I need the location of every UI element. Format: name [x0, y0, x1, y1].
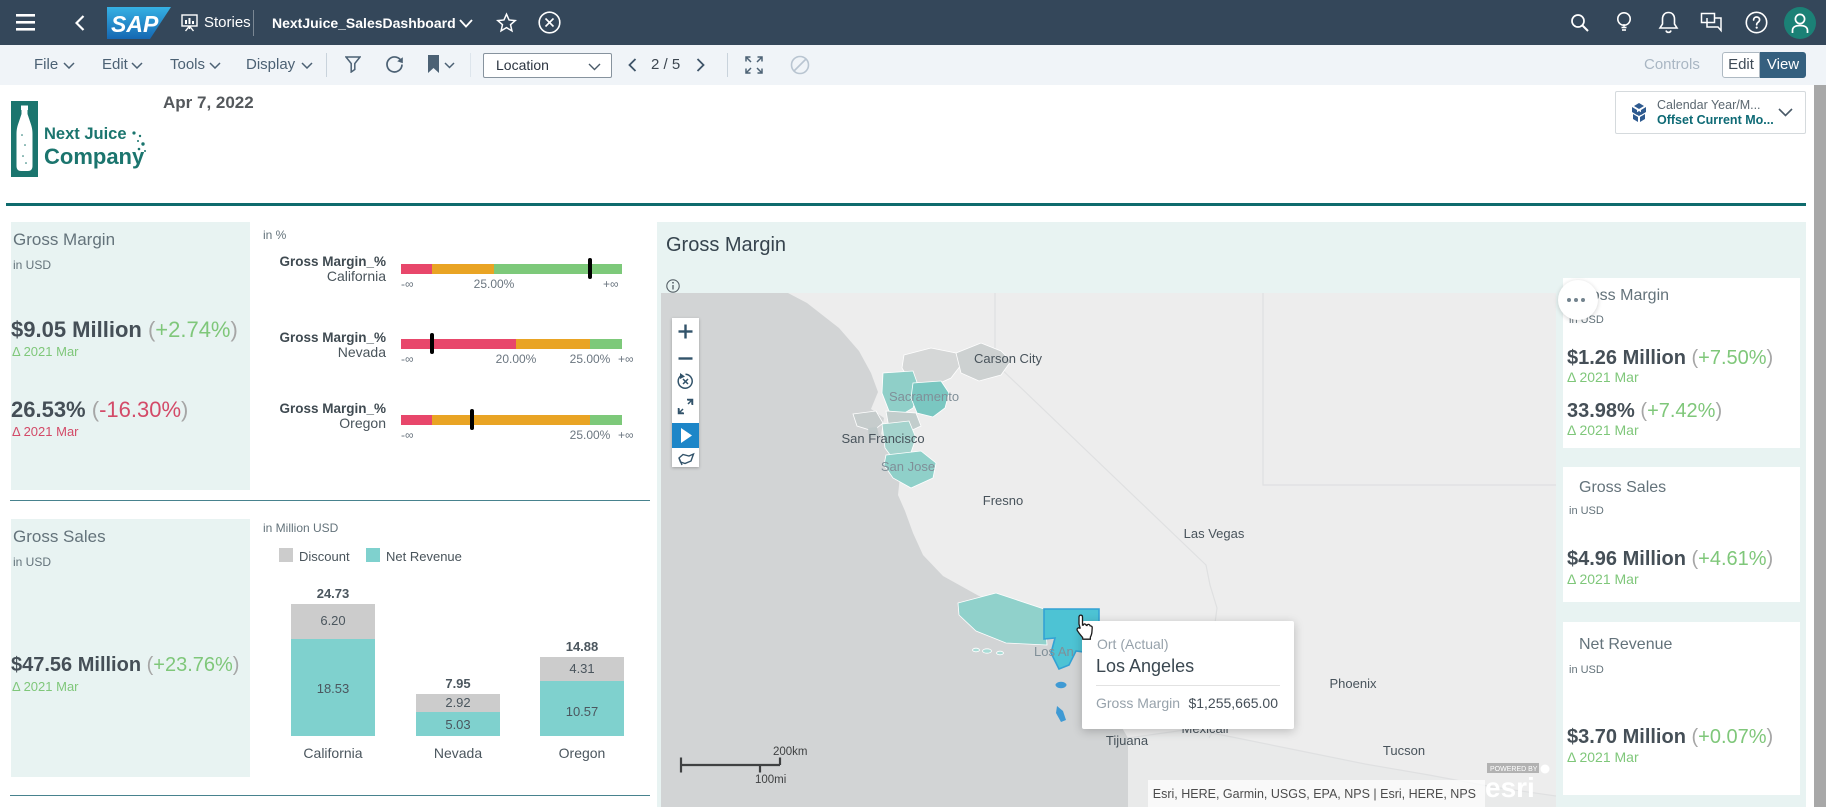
svg-text:Las Vegas: Las Vegas [1184, 526, 1245, 541]
svg-text:San Francisco: San Francisco [841, 431, 924, 446]
svg-text:Tijuana: Tijuana [1106, 733, 1149, 748]
svg-text:Tucson: Tucson [1383, 743, 1425, 758]
svg-text:SAP: SAP [111, 11, 159, 37]
svg-text:Carson City: Carson City [974, 351, 1042, 366]
svg-text:Phoenix: Phoenix [1330, 676, 1377, 691]
svg-text:San Jose: San Jose [881, 459, 935, 474]
svg-text:Esri, HERE, Garmin, USGS, EPA,: Esri, HERE, Garmin, USGS, EPA, NPS | Esr… [1153, 787, 1476, 801]
svg-text:100mi: 100mi [755, 774, 786, 786]
svg-text:esri: esri [1485, 772, 1535, 803]
svg-text:Sacramento: Sacramento [889, 389, 959, 404]
svg-text:Fresno: Fresno [983, 493, 1023, 508]
svg-text:200km: 200km [773, 746, 808, 758]
svg-text:Los An: Los An [1034, 644, 1074, 659]
